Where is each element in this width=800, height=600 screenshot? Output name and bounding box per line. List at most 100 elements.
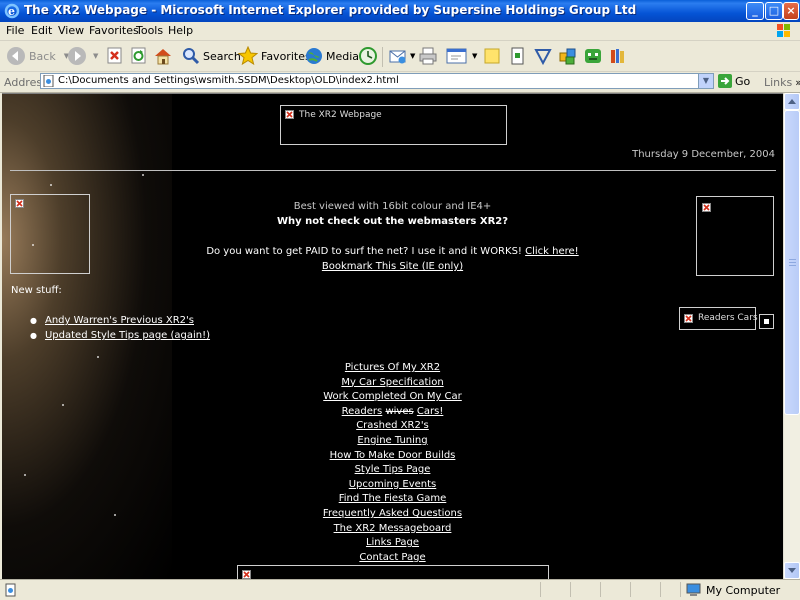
robot-icon [585,49,601,63]
nav-link-work-completed[interactable]: Work Completed On My Car [323,391,462,402]
printer-icon [419,47,437,65]
scroll-thumb[interactable] [784,110,800,415]
bookmark-link[interactable]: Bookmark This Site (IE only) [322,261,463,272]
toolbar-separator [382,47,383,67]
go-arrow-icon [718,74,732,88]
scroll-down-button[interactable] [784,562,800,579]
nav-link-crashed[interactable]: Crashed XR2's [356,420,429,431]
svg-text:e: e [8,5,15,18]
broken-image-icon [684,314,693,323]
small-image [759,314,774,329]
edit-button[interactable]: ▼ [446,45,477,67]
minimize-button[interactable]: _ [746,2,764,20]
books-icon [611,49,624,63]
nav-link-faq[interactable]: Frequently Asked Questions [323,508,462,519]
mail-dropdown-icon[interactable]: ▼ [410,52,415,60]
menu-edit[interactable]: Edit [31,24,52,37]
forward-button[interactable]: ▼ [67,45,98,67]
history-button[interactable] [358,45,378,67]
address-dropdown-icon[interactable]: ▼ [698,74,713,88]
click-here-link[interactable]: Click here! [525,246,579,257]
site-navigation: Pictures Of My XR2 My Car Specification … [2,361,783,565]
nav-link-fiesta-game[interactable]: Find The Fiesta Game [339,493,447,504]
footer-image [237,565,549,579]
new-item-link[interactable]: Updated Style Tips page (again!) [45,330,210,341]
discuss-note-icon [484,48,500,64]
list-item: ● Andy Warren's Previous XR2's [30,315,194,326]
stop-icon [107,47,122,64]
menu-favorites[interactable]: Favorites [89,24,139,37]
broken-image-icon [285,110,294,119]
back-button[interactable]: Back ▼ [6,45,69,67]
search-button[interactable]: Search [182,45,241,67]
links-label: Links [764,76,793,89]
scroll-up-button[interactable] [784,93,800,110]
readers-cars-alt-text: Readers Cars [698,313,758,323]
print-button[interactable] [418,45,438,67]
nav-link-style-tips[interactable]: Style Tips Page [355,464,431,475]
discuss-button[interactable] [482,45,502,67]
standard-toolbar: Back ▼ ▼ Search Favorites Media ▼ ▼ [0,41,800,72]
nav-link-readers-cars[interactable]: Readers wives Cars! [2,405,783,420]
my-computer-icon [686,583,701,596]
favorites-star-icon [238,46,258,66]
back-arrow-icon [7,47,25,65]
stop-button[interactable] [106,45,124,67]
media-button[interactable]: Media [305,45,359,67]
status-bar: My Computer [0,579,800,600]
page-viewport[interactable]: The XR2 Webpage Thursday 9 December, 200… [2,93,783,579]
nav-link-events[interactable]: Upcoming Events [349,479,437,490]
list-item: ● Updated Style Tips page (again!) [30,330,211,341]
menu-view[interactable]: View [58,24,84,37]
menu-file[interactable]: File [6,24,24,37]
maximize-button[interactable]: □ [765,2,783,20]
readers-cars-image[interactable]: Readers Cars [679,307,758,330]
new-item-link[interactable]: Andy Warren's Previous XR2's [45,315,194,326]
scroll-up-arrow-icon [788,99,796,104]
security-zone: My Computer [686,583,780,597]
paid-surf-text: Do you want to get PAID to surf the net?… [206,246,522,257]
home-button[interactable] [153,45,173,67]
nav-link-pictures[interactable]: Pictures Of My XR2 [345,362,440,373]
mail-button[interactable]: ▼ [388,45,415,67]
nav-link-door-builds[interactable]: How To Make Door Builds [330,450,456,461]
edit-dropdown-icon[interactable]: ▼ [472,52,477,60]
header-divider [10,170,776,171]
bookmark-line: Bookmark This Site (IE only) [2,261,783,272]
media-globe-icon [306,48,322,64]
address-url: C:\Documents and Settings\wsmith.SSDM\De… [58,75,399,86]
nav-link-specification[interactable]: My Car Specification [341,377,443,388]
address-input[interactable]: C:\Documents and Settings\wsmith.SSDM\De… [40,73,714,89]
links-toolbar[interactable]: Links» [764,76,800,89]
webmaster-xr2-text: Why not check out the webmasters XR2? [276,216,509,227]
refresh-icon [131,47,146,64]
windows-logo-icon [777,24,790,37]
triangle-icon [534,49,552,66]
nav-link-contact[interactable]: Contact Page [359,552,425,563]
nav-link-links-page[interactable]: Links Page [366,537,419,548]
new-stuff-heading: New stuff: [11,285,62,296]
banner-image: The XR2 Webpage [280,105,507,145]
menu-bar: File Edit View Favorites Tools Help [0,22,800,41]
vertical-scrollbar[interactable] [783,93,800,579]
refresh-button[interactable] [130,45,148,67]
forward-dropdown-icon[interactable]: ▼ [93,52,98,60]
addon-robot-button[interactable] [583,45,603,67]
menu-tools[interactable]: Tools [136,24,163,37]
triangle-tool-button[interactable] [533,45,553,67]
nav-link-engine-tuning[interactable]: Engine Tuning [357,435,427,446]
banner-alt-text: The XR2 Webpage [299,110,382,120]
messenger-button[interactable] [509,45,527,67]
scroll-down-arrow-icon [788,568,796,573]
go-button[interactable]: Go [718,74,750,88]
favorites-button[interactable]: Favorites [238,45,311,67]
addon-bookshelf-button[interactable] [608,45,628,67]
window-title: The XR2 Webpage - Microsoft Internet Exp… [24,3,637,17]
nav-link-messageboard[interactable]: The XR2 Messageboard [334,523,452,534]
menu-help[interactable]: Help [168,24,193,37]
research-page-icon [511,47,524,65]
title-bar[interactable]: e The XR2 Webpage - Microsoft Internet E… [0,0,800,22]
close-button[interactable]: × [783,2,799,20]
address-bar: Address C:\Documents and Settings\wsmith… [0,72,800,93]
addon-puzzle-button[interactable] [558,45,578,67]
